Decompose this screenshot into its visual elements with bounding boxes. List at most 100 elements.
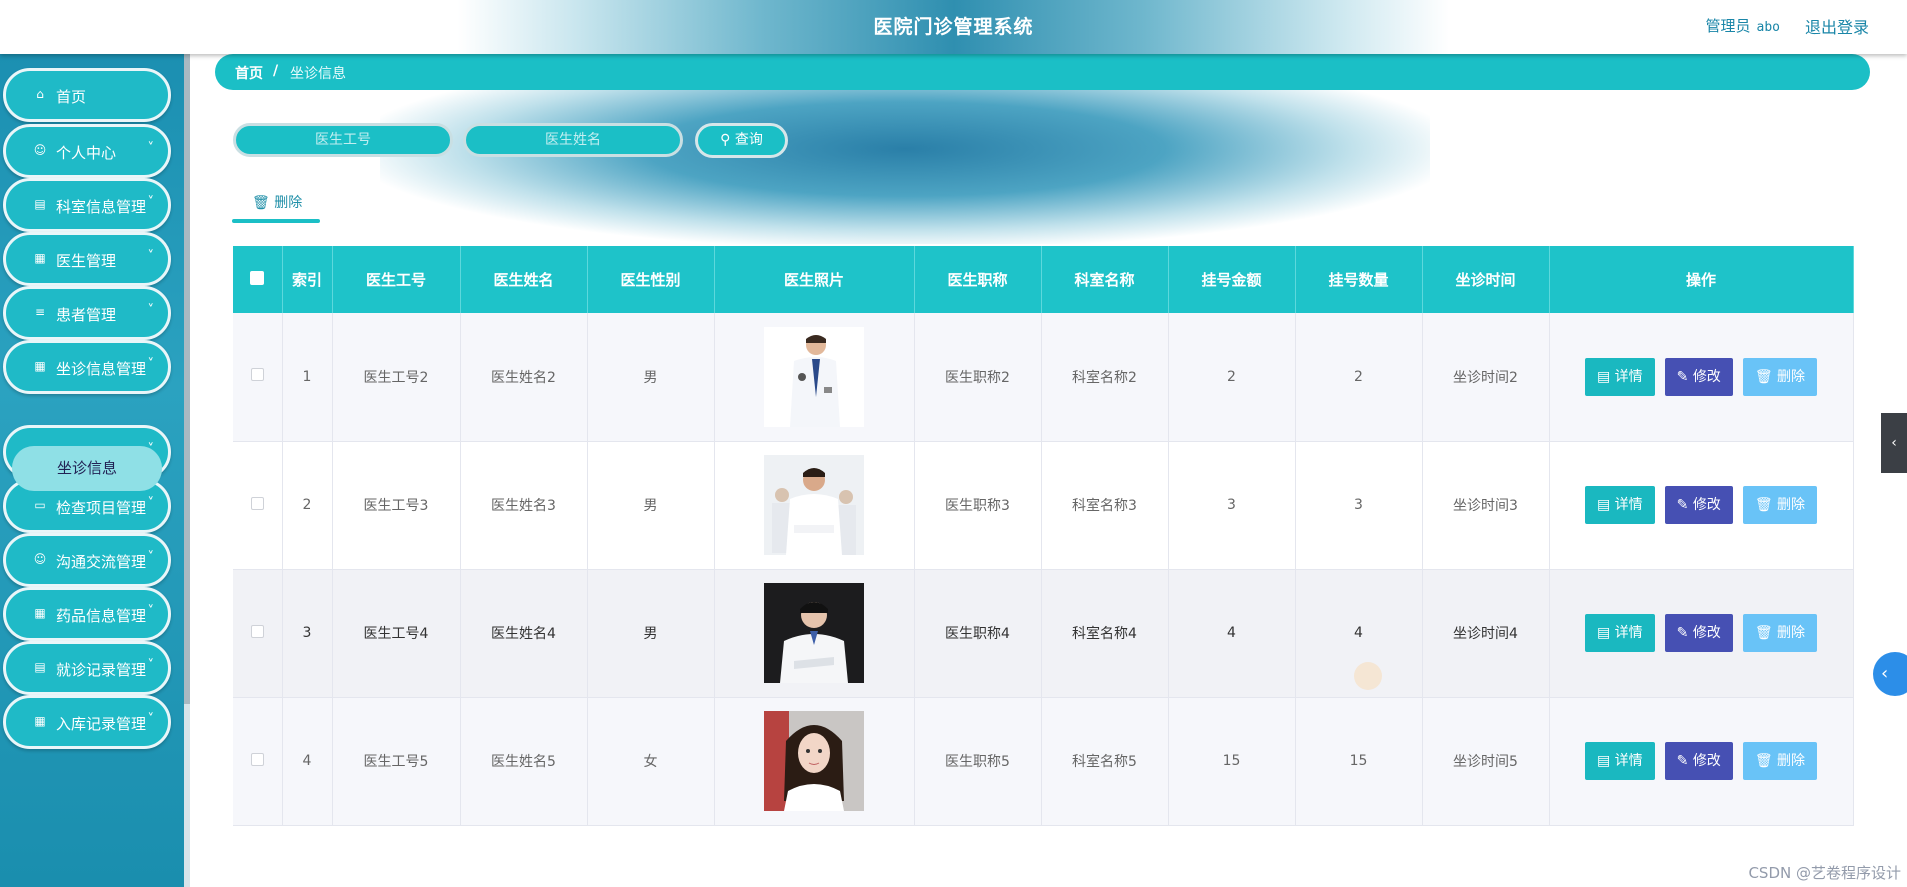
row-select-cell[interactable] xyxy=(233,313,283,442)
cell-dept: 科室名称2 xyxy=(1041,313,1169,442)
select-all-header[interactable] xyxy=(233,246,283,313)
select-all-checkbox[interactable] xyxy=(250,270,265,285)
search-icon: ⚲ xyxy=(720,132,731,148)
row-select-cell[interactable] xyxy=(233,697,283,826)
watermark: CSDN @艺卷程序设计 xyxy=(1748,864,1901,882)
cell-count: 2 xyxy=(1295,313,1423,442)
delete-label: 删除 xyxy=(274,195,303,211)
cell-dept: 科室名称3 xyxy=(1041,441,1169,570)
sidebar-item-label: 坐诊信息管理 xyxy=(56,360,147,378)
cell-index: 2 xyxy=(282,441,333,570)
detail-label: 详情 xyxy=(1614,753,1643,769)
delete-label: 删除 xyxy=(1777,625,1806,641)
row-checkbox[interactable] xyxy=(250,368,264,382)
detail-label: 详情 xyxy=(1614,625,1643,641)
clipboard-icon: ▤ xyxy=(34,197,46,211)
delete-button[interactable]: 🗑 删除 xyxy=(1742,742,1818,780)
header-gender: 医生性别 xyxy=(587,246,715,313)
cell-doctor-name: 医生姓名2 xyxy=(460,313,588,442)
cell-dept: 科室名称4 xyxy=(1041,569,1169,698)
table-row: 2 医生工号3 医生姓名3 男医生职称3 科室名称3 3 3 坐诊时间3 ▤ 详情 ✎ 修改 🗑 删… xyxy=(233,441,1854,570)
delete-label: 删除 xyxy=(1777,368,1806,385)
cell-actions: ▤ 详情 ✎ 修改 🗑 删除 xyxy=(1549,313,1854,442)
cell-doctor-id: 医生工号2 xyxy=(332,313,461,442)
row-checkbox[interactable] xyxy=(250,496,264,510)
delete-button[interactable]: 🗑 删除 xyxy=(1742,486,1818,524)
sidebar-item-9[interactable]: ▦ 药品信息管理 ˅ xyxy=(3,587,171,641)
sidebar-item-label: 入库记录管理 xyxy=(56,715,147,733)
chevron-left-icon: ‹ xyxy=(1881,663,1889,684)
edit-label: 修改 xyxy=(1692,753,1721,769)
sidebar-item-8[interactable]: ☺ 沟通交流管理 ˅ xyxy=(3,533,171,587)
sidebar-item-label: 个人中心 xyxy=(56,144,117,162)
delete-button[interactable]: 🗑 删除 xyxy=(1742,357,1818,396)
edit-button[interactable]: ✎ 修改 xyxy=(1664,357,1733,396)
query-button[interactable]: ⚲ 查询 xyxy=(695,123,788,158)
delete-label: 删除 xyxy=(1777,497,1806,513)
sidebar-item-3[interactable]: ▦ 医生管理 ˅ xyxy=(3,232,171,286)
delete-label: 删除 xyxy=(1777,753,1806,769)
collapse-panel-tab[interactable]: ‹ xyxy=(1881,413,1907,473)
batch-delete-button[interactable]: 🗑 删除 xyxy=(232,185,320,223)
row-checkbox[interactable] xyxy=(250,624,264,638)
user-role: 管理员 xyxy=(1705,17,1751,35)
cell-index: 4 xyxy=(282,697,333,826)
header-count: 挂号数量 xyxy=(1295,246,1423,313)
tab-underline xyxy=(232,219,320,223)
breadcrumb-current: 坐诊信息 xyxy=(290,66,346,82)
detail-button[interactable]: ▤ 详情 xyxy=(1584,614,1655,652)
edit-button[interactable]: ✎ 修改 xyxy=(1664,614,1733,652)
chevron-down-icon: ˅ xyxy=(147,550,155,565)
user-icon: ☺ xyxy=(33,552,47,566)
logout-link[interactable]: 退出登录 xyxy=(1805,14,1869,38)
sidebar-item-11[interactable]: ▦ 入库记录管理 ˅ xyxy=(3,695,171,749)
cell-fee: 2 xyxy=(1168,313,1296,442)
cell-gender: 女 xyxy=(587,697,715,826)
cell-index: 1 xyxy=(282,313,333,442)
cell-photo xyxy=(714,569,915,698)
chevron-down-icon: ˅ xyxy=(147,141,155,156)
cell-doctor-name: 医生姓名4 xyxy=(460,569,588,698)
table-row: 3 医生工号4 医生姓名4 男医生职称4 科室名称4 4 4 坐诊时间4 ▤ 详情 ✎ 修改 🗑 删… xyxy=(233,569,1854,698)
doctor-name-search xyxy=(463,123,683,157)
sidebar-item-5[interactable]: ▦ 坐诊信息管理 ˅ xyxy=(3,340,171,394)
sidebar-item-2[interactable]: ▤ 科室信息管理 ˅ xyxy=(3,178,171,232)
floating-toggle-button[interactable]: ‹ xyxy=(1873,652,1907,696)
sidebar-item-label: 沟通交流管理 xyxy=(56,553,147,571)
doctor-id-search xyxy=(233,123,453,157)
detail-button[interactable]: ▤ 详情 xyxy=(1584,486,1655,524)
header-index: 索引 xyxy=(282,246,333,313)
pencil-icon: ✎ xyxy=(1676,368,1689,385)
sidebar-scrollbar[interactable] xyxy=(184,54,190,887)
row-select-cell[interactable] xyxy=(233,569,283,698)
document-icon: ▤ xyxy=(1596,753,1611,769)
edit-button[interactable]: ✎ 修改 xyxy=(1664,742,1733,780)
chevron-down-icon: ˅ xyxy=(147,604,155,619)
sidebar-item-4[interactable]: ≡ 患者管理 ˅ xyxy=(3,286,171,340)
sidebar-item-0[interactable]: ⌂ 首页 xyxy=(3,68,171,122)
trash-icon: 🗑 xyxy=(1754,625,1773,641)
breadcrumb-home[interactable]: 首页 xyxy=(235,63,263,83)
query-label: 查询 xyxy=(734,132,763,148)
row-select-cell[interactable] xyxy=(233,441,283,570)
delete-button[interactable]: 🗑 删除 xyxy=(1742,614,1818,652)
chevron-down-icon: ˅ xyxy=(147,712,155,727)
chevron-down-icon: ˅ xyxy=(147,496,155,511)
breadcrumb-separator: / xyxy=(273,63,279,79)
detail-button[interactable]: ▤ 详情 xyxy=(1584,357,1655,396)
edit-button[interactable]: ✎ 修改 xyxy=(1664,486,1733,524)
table-row: 4 医生工号5 医生姓名5 女医生职称5 科室名称5 15 15 坐诊时间5 ▤ 详情 ✎ 修改 🗑… xyxy=(233,697,1854,826)
sidebar-item-1[interactable]: ☺ 个人中心 ˅ xyxy=(3,124,171,178)
row-checkbox[interactable] xyxy=(250,752,264,766)
sidebar-scroll-thumb[interactable] xyxy=(184,54,190,704)
cell-gender: 男 xyxy=(587,569,715,698)
doctor-id-input[interactable] xyxy=(236,126,450,154)
submenu-item-consult-info[interactable]: 坐诊信息 xyxy=(12,446,162,491)
detail-button[interactable]: ▤ 详情 xyxy=(1584,742,1655,780)
doctor-name-input[interactable] xyxy=(466,126,680,154)
sidebar-item-label: 科室信息管理 xyxy=(56,198,147,216)
cell-count: 15 xyxy=(1295,697,1423,826)
sidebar-item-10[interactable]: ▤ 就诊记录管理 ˅ xyxy=(3,641,171,695)
cell-time: 坐诊时间4 xyxy=(1422,569,1550,698)
sidebar-item-label: 检查项目管理 xyxy=(56,499,147,517)
